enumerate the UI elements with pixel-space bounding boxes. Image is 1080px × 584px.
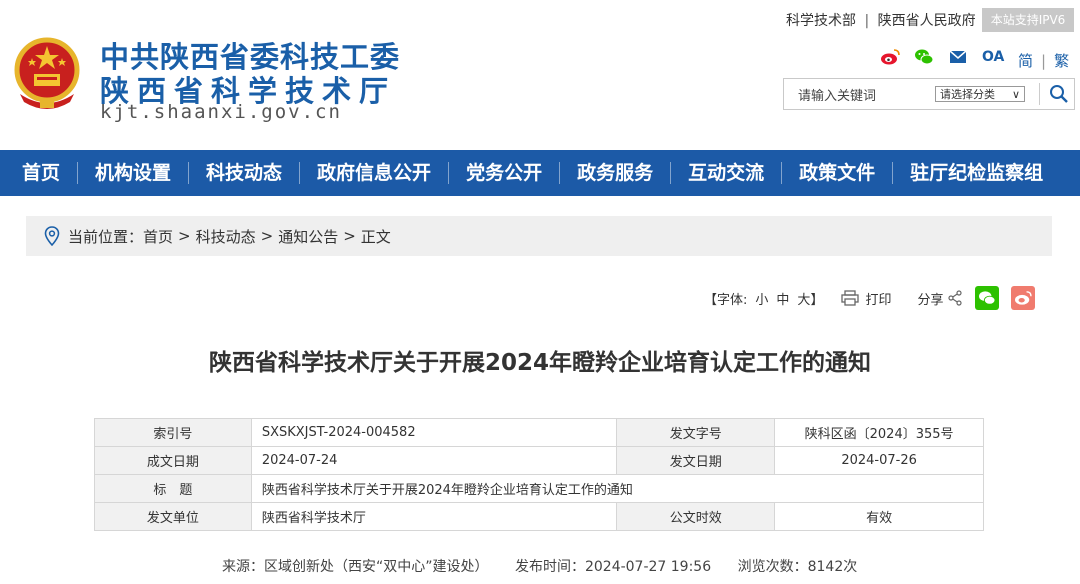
ipv6-badge: 本站支持IPV6: [982, 8, 1074, 32]
chevron-down-icon: ∨: [1011, 87, 1020, 101]
language-switch: 简 | 繁: [1018, 50, 1069, 71]
print-icon: [841, 290, 860, 306]
top-link-most[interactable]: 科学技术部: [786, 13, 856, 29]
national-emblem-icon[interactable]: [12, 36, 82, 112]
mail-icon[interactable]: [948, 48, 968, 66]
category-select[interactable]: 请选择分类 ∨: [935, 86, 1025, 102]
nav-home[interactable]: 首页: [0, 150, 77, 196]
nav-gov-info[interactable]: 政府信息公开: [300, 150, 448, 196]
print-label: 打印: [865, 292, 892, 308]
table-row: 索引号 SXSKXJST-2024-004582 发文字号 陕科区函〔2024〕…: [94, 418, 984, 447]
oa-link[interactable]: OA: [982, 49, 1004, 65]
wechat-icon: [979, 291, 996, 305]
created-date-label: 成文日期: [94, 446, 252, 475]
top-link-separator: |: [864, 13, 870, 29]
site-domain: kjt.shaanxi.gov.cn: [100, 101, 342, 123]
article-title: 陕西省科学技术厅关于开展2024年瞪羚企业培育认定工作的通知: [208, 350, 871, 376]
location-pin-icon: [44, 226, 60, 246]
nav-interaction[interactable]: 互动交流: [671, 150, 781, 196]
main-nav: 首页 机构设置 科技动态 政府信息公开 党务公开 政务服务 互动交流 政策文件 …: [0, 150, 1080, 196]
nav-discipline-inspection[interactable]: 驻厅纪检监察组: [893, 150, 1060, 196]
font-size-medium[interactable]: 中: [776, 289, 789, 308]
created-date-value: 2024-07-24: [250, 446, 618, 475]
issued-date-value: 2024-07-26: [774, 446, 984, 475]
breadcrumb-separator: >: [260, 227, 274, 245]
nav-organization[interactable]: 机构设置: [78, 150, 188, 196]
breadcrumb-home[interactable]: 首页: [143, 226, 173, 247]
share-label: 分享: [917, 292, 944, 308]
issuing-unit-value: 陕西省科学技术厅: [250, 502, 618, 531]
article-footer: 来源：区域创新处（西安“双中心”建设处） 发布时间：2024-07-27 19:…: [222, 556, 857, 576]
nav-party-affairs[interactable]: 党务公开: [449, 150, 559, 196]
weibo-icon: [1015, 291, 1033, 305]
top-links: 科学技术部 | 陕西省人民政府: [786, 10, 976, 30]
nav-policy-docs[interactable]: 政策文件: [782, 150, 892, 196]
font-size-small[interactable]: 小: [755, 289, 768, 308]
issuing-unit-label: 发文单位: [94, 502, 252, 531]
top-link-provincial-gov[interactable]: 陕西省人民政府: [878, 13, 976, 29]
font-size-close: 】: [810, 292, 824, 308]
breadcrumb-prefix: 当前位置：: [68, 227, 144, 246]
doc-number-value: 陕科区函〔2024〕355号: [774, 418, 984, 447]
validity-value: 有效: [774, 502, 984, 531]
site-header: 中共陕西省委科技工委 陕西省科学技术厅 kjt.shaanxi.gov.cn 科…: [0, 0, 1080, 150]
publish-time: 发布时间：2024-07-27 19:56: [514, 559, 712, 575]
article-tools: 【字体: 小 中 大 】 打印 分享: [704, 286, 1036, 310]
font-size-label: 【字体:: [704, 292, 748, 308]
share-group: 分享: [917, 286, 1036, 310]
search-button[interactable]: [1048, 83, 1070, 105]
breadcrumb-tech-news[interactable]: 科技动态: [196, 226, 256, 247]
print-button[interactable]: 打印: [841, 289, 891, 308]
validity-label: 公文时效: [616, 502, 776, 531]
wechat-icon[interactable]: [914, 48, 934, 66]
title-value: 陕西省科学技术厅关于开展2024年瞪羚企业培育认定工作的通知: [250, 474, 985, 503]
view-count: 浏览次数：8142次: [737, 559, 858, 575]
lang-simplified[interactable]: 简: [1018, 52, 1033, 70]
breadcrumb: 当前位置： 首页 > 科技动态 > 通知公告 > 正文: [26, 216, 1052, 256]
document-meta-table: 索引号 SXSKXJST-2024-004582 发文字号 陕科区函〔2024〕…: [94, 418, 985, 531]
breadcrumb-separator: >: [343, 227, 356, 245]
share-wechat-button[interactable]: [975, 286, 1000, 310]
doc-number-label: 发文字号: [616, 418, 776, 447]
share-weibo-button[interactable]: [1011, 286, 1036, 310]
breadcrumb-current: 正文: [360, 227, 391, 246]
lang-traditional[interactable]: 繁: [1054, 52, 1069, 70]
index-value: SXSKXJST-2024-004582: [250, 418, 618, 447]
font-size-large[interactable]: 大: [797, 289, 810, 308]
title-label: 标 题: [94, 474, 252, 503]
search-input[interactable]: 请输入关键词: [784, 85, 932, 104]
issued-date-label: 发文日期: [616, 446, 776, 475]
search-divider: [1039, 83, 1040, 105]
breadcrumb-separator: >: [178, 227, 191, 245]
nav-tech-news[interactable]: 科技动态: [189, 150, 299, 196]
search-box: 请输入关键词 请选择分类 ∨: [783, 78, 1075, 110]
table-row: 发文单位 陕西省科学技术厅 公文时效 有效: [94, 502, 984, 531]
table-row: 标 题 陕西省科学技术厅关于开展2024年瞪羚企业培育认定工作的通知: [94, 474, 985, 503]
breadcrumb-notices[interactable]: 通知公告: [278, 226, 338, 247]
article-source: 来源：区域创新处（西安“双中心”建设处）: [222, 559, 489, 575]
share-icon: [948, 290, 963, 306]
table-row: 成文日期 2024-07-24 发文日期 2024-07-26: [94, 446, 984, 475]
nav-gov-services[interactable]: 政务服务: [560, 150, 670, 196]
lang-separator: |: [1041, 52, 1047, 70]
social-links: OA: [880, 48, 1004, 66]
category-select-label: 请选择分类: [940, 88, 995, 101]
index-label: 索引号: [94, 418, 252, 447]
weibo-icon[interactable]: [880, 48, 900, 66]
search-icon: [1050, 85, 1068, 103]
